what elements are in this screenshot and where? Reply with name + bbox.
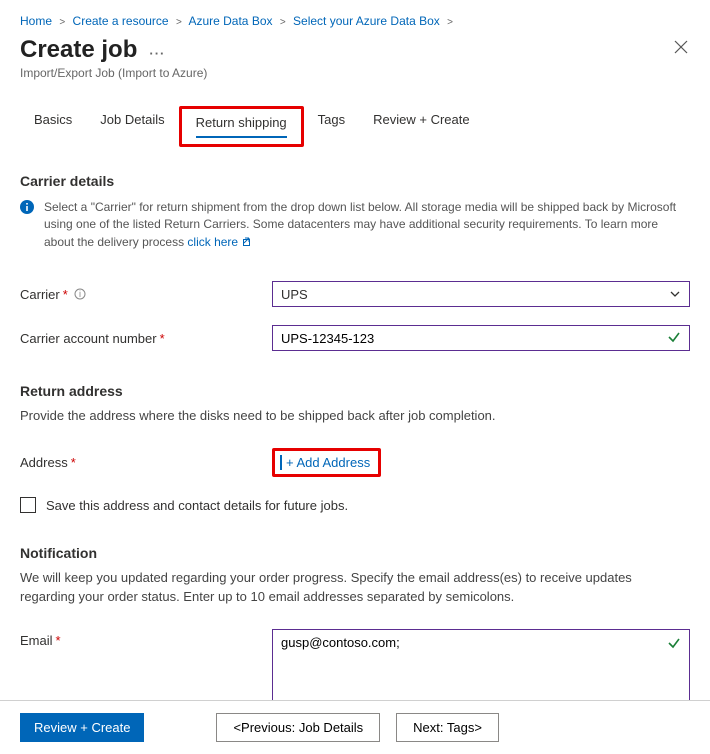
save-address-checkbox[interactable] xyxy=(20,497,36,513)
tab-basics[interactable]: Basics xyxy=(20,106,86,147)
checkmark-icon xyxy=(667,636,681,653)
external-link-icon xyxy=(243,234,253,251)
save-address-label: Save this address and contact details fo… xyxy=(46,498,348,513)
required-asterisk: * xyxy=(160,331,165,346)
chevron-right-icon: > xyxy=(280,17,286,28)
page-title: Create job xyxy=(20,36,137,64)
address-label: Address xyxy=(20,455,68,470)
carrier-account-input[interactable] xyxy=(281,331,663,346)
chevron-right-icon: > xyxy=(176,17,182,28)
checkmark-icon xyxy=(663,330,681,347)
breadcrumb-item[interactable]: Select your Azure Data Box xyxy=(293,14,440,28)
chevron-down-icon xyxy=(669,288,681,300)
required-asterisk: * xyxy=(56,633,61,648)
review-create-button[interactable]: Review + Create xyxy=(20,713,144,742)
click-here-link[interactable]: click here xyxy=(187,235,238,249)
footer: Review + Create <Previous: Job Details N… xyxy=(0,700,710,754)
tab-job-details[interactable]: Job Details xyxy=(86,106,178,147)
breadcrumb-item[interactable]: Create a resource xyxy=(73,14,169,28)
info-icon[interactable]: i xyxy=(74,288,86,300)
carrier-select[interactable]: UPS xyxy=(272,281,690,307)
section-notification: Notification xyxy=(20,545,690,561)
more-icon[interactable]: ··· xyxy=(149,46,165,61)
next-button[interactable]: Next: Tags> xyxy=(396,713,499,742)
carrier-info-banner: Select a "Carrier" for return shipment f… xyxy=(20,199,690,251)
section-return-address: Return address xyxy=(20,383,690,399)
add-address-highlight: + Add Address xyxy=(272,448,381,477)
page-subtitle: Import/Export Job (Import to Azure) xyxy=(20,66,690,80)
notification-desc: We will keep you updated regarding your … xyxy=(20,569,690,607)
carrier-account-input-wrapper xyxy=(272,325,690,351)
required-asterisk: * xyxy=(71,455,76,470)
tab-review-create[interactable]: Review + Create xyxy=(359,106,483,147)
tabs: Basics Job Details Return shipping Tags … xyxy=(20,106,690,147)
carrier-info-text: Select a "Carrier" for return shipment f… xyxy=(44,200,676,249)
previous-button[interactable]: <Previous: Job Details xyxy=(216,713,380,742)
return-address-desc: Provide the address where the disks need… xyxy=(20,407,690,426)
carrier-select-value: UPS xyxy=(281,287,308,302)
info-icon xyxy=(20,200,38,219)
close-icon[interactable] xyxy=(674,40,688,54)
carrier-account-label: Carrier account number xyxy=(20,331,157,346)
svg-text:i: i xyxy=(79,289,81,299)
section-carrier-details: Carrier details xyxy=(20,173,690,189)
carrier-label: Carrier xyxy=(20,287,60,302)
required-asterisk: * xyxy=(63,287,68,302)
tab-tags[interactable]: Tags xyxy=(304,106,359,147)
breadcrumb: Home > Create a resource > Azure Data Bo… xyxy=(20,12,690,36)
add-address-link[interactable]: + Add Address xyxy=(280,455,370,470)
breadcrumb-item[interactable]: Azure Data Box xyxy=(188,14,272,28)
chevron-right-icon: > xyxy=(59,17,65,28)
chevron-right-icon: > xyxy=(447,17,453,28)
breadcrumb-item[interactable]: Home xyxy=(20,14,52,28)
email-label: Email xyxy=(20,633,53,648)
tab-return-shipping[interactable]: Return shipping xyxy=(179,106,304,147)
